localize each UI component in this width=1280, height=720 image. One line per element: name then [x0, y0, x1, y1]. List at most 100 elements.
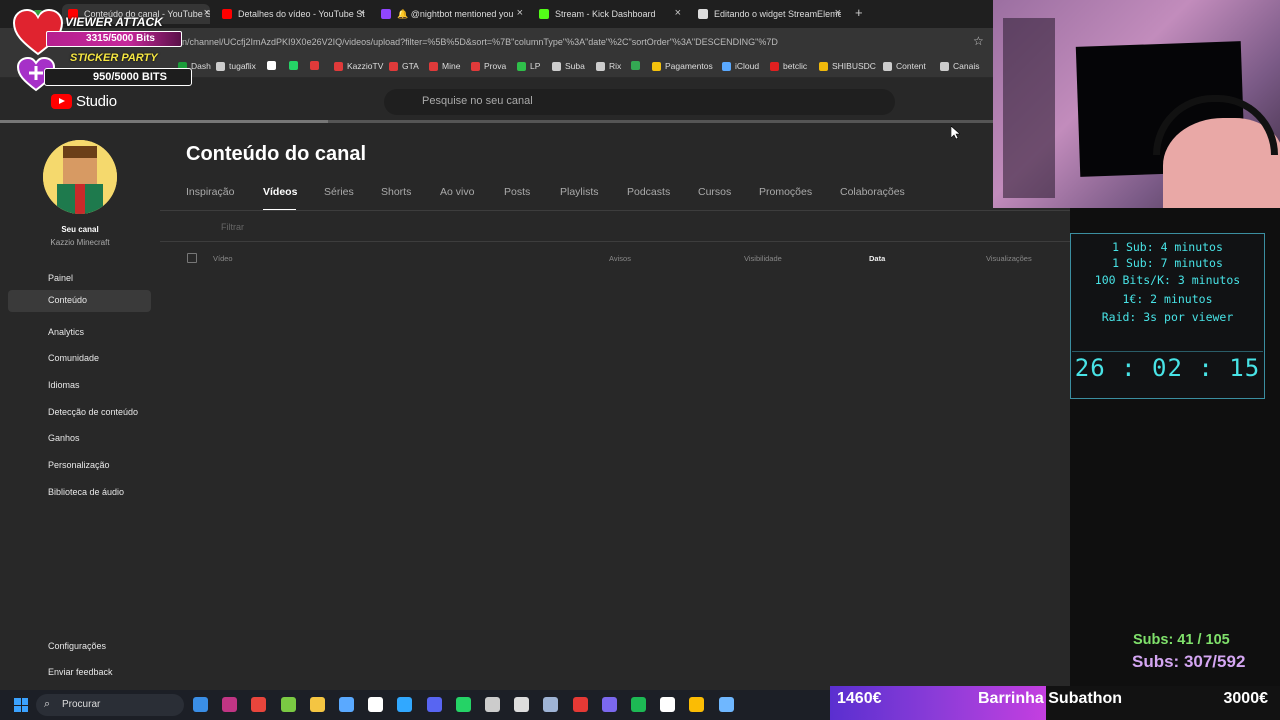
sidebar-item-ganhos[interactable]: Ganhos [8, 428, 151, 450]
bookmark-item[interactable] [267, 61, 280, 70]
timer-rule: 1 Sub: 4 minutos [1112, 240, 1223, 254]
bookmark-favicon-icon [517, 61, 526, 71]
channel-avatar[interactable] [43, 140, 117, 214]
bookmark-label: Content [896, 61, 926, 71]
photoshop-icon[interactable] [397, 697, 413, 712]
column-header-data[interactable]: Data [869, 254, 885, 263]
sidebar-item-feedback[interactable]: Enviar feedback [8, 662, 151, 684]
bookmark-favicon-icon [334, 61, 343, 71]
bookmark-item[interactable] [289, 61, 302, 70]
power-icon[interactable] [572, 697, 588, 712]
sidebar-item-conteudo[interactable]: Conteúdo [8, 290, 151, 312]
capcut-icon[interactable] [368, 697, 384, 712]
tab-cursos[interactable]: Cursos [698, 186, 731, 198]
sidebar-item-personalizacao[interactable]: Personalização [8, 455, 151, 477]
browser-tab[interactable]: Detalhes do vídeo - YouTube Studio × [222, 4, 365, 24]
tab-colaboracoes[interactable]: Colaborações [840, 186, 905, 198]
bookmark-item[interactable] [310, 61, 323, 70]
timer-rule: 100 Bits/K: 3 minutos [1094, 273, 1241, 287]
photos-icon[interactable] [193, 697, 208, 712]
tab-series[interactable]: Séries [324, 186, 354, 198]
instagram-icon[interactable] [222, 697, 238, 712]
column-header-visualizacoes[interactable]: Visualizações [986, 254, 1032, 263]
windows-taskbar: ⌕ Procurar [0, 690, 830, 720]
filter-input[interactable]: Filtrar [221, 222, 244, 232]
screen: Conteúdo do canal - YouTube Studio × Det… [0, 0, 1280, 720]
windows-start-icon[interactable] [14, 698, 28, 712]
app-icon[interactable] [280, 697, 296, 712]
whatsapp-icon[interactable] [455, 697, 471, 712]
bookmark-item[interactable]: Rix [596, 61, 621, 71]
bookmark-item[interactable]: Canais [940, 61, 979, 71]
tab-playlists[interactable]: Playlists [560, 186, 599, 198]
bookmark-item[interactable]: Mine [429, 61, 460, 71]
sidebar-item-idiomas[interactable]: Idiomas [8, 375, 151, 397]
bookmark-item[interactable]: Content [883, 61, 926, 71]
select-all-checkbox[interactable] [187, 253, 197, 263]
main-content: Conteúdo do canal Inspiração Vídeos Séri… [160, 123, 1070, 690]
column-header-avisos[interactable]: Avisos [609, 254, 631, 263]
chrome-icon[interactable] [251, 697, 267, 712]
tab-posts[interactable]: Posts [504, 186, 530, 198]
steam-icon[interactable] [543, 697, 559, 712]
folder-icon[interactable] [309, 697, 325, 712]
bookmark-item[interactable] [631, 61, 644, 70]
bookmark-item[interactable]: Prova [471, 61, 506, 71]
bookmark-star-icon[interactable]: ☆ [973, 34, 984, 48]
sidebar-item-analytics[interactable]: Analytics [8, 322, 151, 344]
subathon-current-value: 1460€ [837, 690, 882, 707]
bookmark-label: Canais [953, 61, 980, 71]
bookmark-item[interactable]: Pagamentos [652, 61, 713, 71]
subs-counter-2: Subs: 307/592 [1132, 652, 1246, 671]
bookmark-item[interactable]: LP [517, 61, 540, 71]
sidebar-item-biblioteca[interactable]: Biblioteca de áudio [8, 482, 151, 504]
bookmark-item[interactable]: KazzioTV [334, 61, 383, 71]
bookmark-label: Pagamentos [665, 61, 713, 71]
capcut2-icon[interactable] [660, 697, 676, 712]
tab-shorts[interactable]: Shorts [381, 186, 411, 198]
bookmark-item[interactable]: tugaflix [216, 61, 256, 71]
discord-icon[interactable] [426, 697, 442, 712]
browser-tab-label: 🔔 @nightbot mentioned you [397, 8, 514, 19]
subathon-label: Barrinha Subathon [978, 690, 1123, 707]
close-tab-icon[interactable]: × [359, 7, 365, 19]
column-header-visibilidade[interactable]: Visibilidade [744, 254, 782, 263]
close-tab-icon[interactable]: × [517, 7, 523, 19]
bookmark-item[interactable]: iCloud [722, 61, 759, 71]
close-tab-icon[interactable]: × [835, 7, 841, 19]
obs-icon[interactable] [514, 697, 530, 712]
timer-rule: 1 Sub: 7 minutos [1112, 256, 1223, 270]
bookmark-item[interactable]: GTA [389, 61, 419, 71]
close-tab-icon[interactable]: × [675, 7, 681, 19]
spotify-icon[interactable] [631, 697, 646, 712]
column-header-video[interactable]: Vídeo [213, 254, 233, 263]
sidebar-item-deteccao[interactable]: Detecção de conteúdo [8, 402, 151, 424]
sidebar-item-configuracoes[interactable]: Configurações [8, 636, 151, 658]
close-tab-icon[interactable]: × [204, 7, 210, 19]
notepad-icon[interactable] [718, 697, 734, 712]
grid-app-icon[interactable] [601, 697, 617, 712]
channel-search-input[interactable]: Pesquise no seu canal [384, 89, 895, 115]
taskbar-search[interactable]: ⌕ Procurar [36, 694, 184, 716]
sidebar-item-comunidade[interactable]: Comunidade [8, 348, 151, 370]
browser-tab[interactable]: 🔔 @nightbot mentioned you × [381, 4, 523, 24]
calculator-icon[interactable] [339, 697, 354, 712]
drive-icon[interactable] [689, 697, 705, 712]
bookmark-item[interactable]: Suba [552, 61, 585, 71]
tab-ao-vivo[interactable]: Ao vivo [440, 186, 474, 198]
bookmark-favicon-icon [216, 61, 225, 71]
bookmark-item[interactable]: betclic [770, 61, 807, 71]
sticker-progress-bar: 950/5000 BITS [44, 68, 192, 86]
browser-tab[interactable]: Stream - Kick Dashboard × [539, 4, 681, 24]
tab-videos[interactable]: Vídeos [263, 186, 297, 198]
browser-tab[interactable]: Editando o widget StreamElements × [698, 4, 841, 24]
tab-promocoes[interactable]: Promoções [759, 186, 812, 198]
tab-podcasts[interactable]: Podcasts [627, 186, 670, 198]
studio-logo[interactable]: Studio [51, 93, 117, 110]
bookmark-item[interactable]: SHIBUSDC [819, 61, 876, 71]
tab-inspiracao[interactable]: Inspiração [186, 186, 234, 198]
new-tab-button[interactable]: + [855, 5, 863, 20]
sidebar-item-painel[interactable]: Painel [8, 268, 151, 290]
url-text[interactable]: n/channel/UCcfj2ImAzdPKI9X0e26V2IQ/video… [182, 37, 778, 47]
epic-icon[interactable] [485, 697, 500, 712]
